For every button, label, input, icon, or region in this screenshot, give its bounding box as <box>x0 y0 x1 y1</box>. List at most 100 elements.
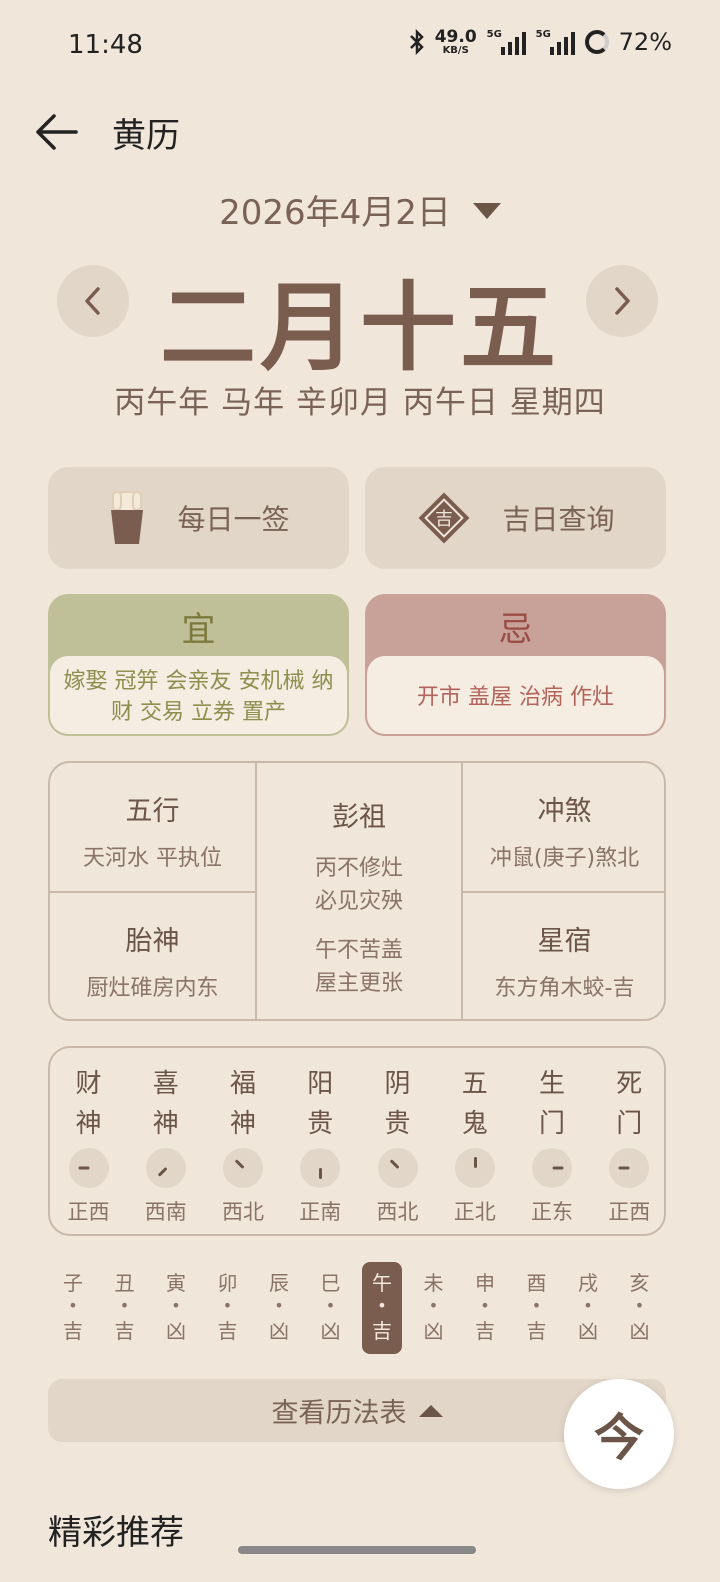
back-arrow-icon[interactable] <box>34 112 78 152</box>
gregorian-date: 2026年4月2日 <box>219 193 451 233</box>
chevron-right-icon <box>615 287 630 315</box>
deity-name-bottom: 神 <box>229 1109 256 1139</box>
caret-up-icon <box>418 1404 443 1417</box>
deity-name-bottom: 门 <box>538 1109 565 1139</box>
deity-direction-item: 阳贵正南 <box>282 1064 359 1226</box>
hour-item[interactable]: 辰 • 凶 <box>259 1262 299 1354</box>
chevron-left-icon <box>85 287 100 315</box>
yi-items: 嫁娶 冠笄 会亲友 安机械 纳财 交易 立券 置产 <box>50 656 347 734</box>
ji-card: 忌 开市 盖屋 治病 作灶 <box>365 594 666 736</box>
hour-luck: 吉 <box>217 1319 238 1343</box>
hour-item[interactable]: 寅 • 凶 <box>156 1262 196 1354</box>
deity-direction-item: 生门正东 <box>514 1064 591 1226</box>
ganzhi-info: 丙午年 马年 辛卯月 丙午日 星期四 <box>114 385 606 421</box>
today-button[interactable]: 今 <box>564 1379 674 1489</box>
deity-direction: 正西 <box>608 1200 651 1224</box>
chongsha-cell: 冲煞 冲鼠(庚子)煞北 <box>489 796 640 871</box>
fortune-stick-icon <box>111 491 144 544</box>
hour-item[interactable]: 巳 • 凶 <box>311 1262 351 1354</box>
hour-item[interactable]: 未 • 凶 <box>414 1262 454 1354</box>
deity-direction: 正北 <box>453 1200 496 1224</box>
hour-item[interactable]: 亥 • 凶 <box>620 1262 660 1354</box>
compass-dial-icon <box>68 1148 109 1188</box>
deity-directions-panel: 财神正西喜神西南福神西北阳贵正南阴贵西北五鬼正北生门正东死门正西 <box>48 1046 666 1236</box>
hour-luck: 吉 <box>526 1319 547 1343</box>
ji-title: 忌 <box>498 609 533 650</box>
compass-dial-icon <box>377 1148 418 1188</box>
almanac-table-label: 查看历法表 <box>271 1398 407 1429</box>
compass-dial-icon <box>532 1148 572 1188</box>
hour-luck: 吉 <box>475 1319 495 1343</box>
xingxiu-cell: 星宿 东方角木蛟-吉 <box>494 926 635 1001</box>
compass-dial-icon <box>300 1148 341 1188</box>
taishen-cell: 胎神 厨灶碓房内东 <box>86 926 219 1001</box>
page-title: 黄历 <box>112 116 180 156</box>
deity-direction: 西北 <box>222 1200 264 1224</box>
hour-item[interactable]: 丑 • 吉 <box>105 1262 145 1354</box>
caret-down-icon <box>472 202 501 219</box>
battery-level: 72% <box>618 28 672 56</box>
deity-name-bottom: 神 <box>152 1109 179 1139</box>
deity-name-bottom: 贵 <box>307 1109 334 1139</box>
date-picker[interactable]: 2026年4月2日 <box>0 185 720 234</box>
wuxing-cell: 五行 天河水 平执位 <box>83 796 222 871</box>
daily-lot-button[interactable]: 每日一签 <box>48 467 349 569</box>
deity-name-top: 阳 <box>307 1069 334 1099</box>
compass-dial-icon <box>145 1148 186 1188</box>
pengzu-cell: 彭祖 丙不修灶 必见灾殃 午不苦盖 屋主更张 <box>314 802 403 996</box>
compass-dial-icon <box>223 1148 263 1188</box>
deity-direction: 正西 <box>67 1200 110 1224</box>
next-day-button[interactable] <box>586 265 658 337</box>
deity-name-bottom: 神 <box>75 1109 102 1139</box>
hour-luck: 吉 <box>372 1319 392 1343</box>
deity-direction-item: 喜神西南 <box>127 1064 204 1226</box>
hour-luck: 凶 <box>423 1319 444 1343</box>
compass-dial-icon <box>609 1148 650 1188</box>
deity-direction: 西北 <box>376 1200 419 1224</box>
hour-item[interactable]: 戌 • 凶 <box>568 1262 608 1354</box>
status-time: 11:48 <box>68 30 143 60</box>
deity-name-bottom: 贵 <box>384 1109 411 1139</box>
status-icons: 49.0 KB/S 5G 5G 72% <box>409 28 672 56</box>
deity-direction-item: 五鬼正北 <box>436 1064 513 1226</box>
deity-direction: 西南 <box>144 1200 187 1224</box>
compass-dial-icon <box>454 1148 495 1188</box>
deity-name-top: 生 <box>538 1069 565 1099</box>
hour-luck: 凶 <box>320 1319 341 1343</box>
yi-title: 宜 <box>181 609 216 650</box>
prev-day-button[interactable] <box>57 265 129 337</box>
deity-name-top: 喜 <box>152 1069 179 1099</box>
auspicious-day-button[interactable]: 吉 吉日查询 <box>365 467 666 569</box>
auspicious-day-label: 吉日查询 <box>502 503 615 536</box>
deity-name-top: 死 <box>616 1069 643 1099</box>
deity-name-bottom: 门 <box>616 1109 643 1139</box>
recommend-heading: 精彩推荐 <box>48 1513 184 1553</box>
hour-item-current[interactable]: 午 • 吉 <box>362 1262 402 1354</box>
deity-direction-item: 阴贵西北 <box>359 1064 436 1226</box>
signal-icon: 5G <box>487 29 526 55</box>
battery-icon <box>584 30 609 54</box>
daily-lot-label: 每日一签 <box>177 503 290 536</box>
hour-item[interactable]: 卯 • 吉 <box>208 1262 248 1354</box>
info-grid: 五行 天河水 平执位 胎神 厨灶碓房内东 彭祖 丙不修灶 必见灾殃 午不苦盖 屋… <box>48 761 666 1021</box>
hour-luck: 吉 <box>114 1319 135 1343</box>
hour-item[interactable]: 酉 • 吉 <box>517 1262 557 1354</box>
hour-luck: 凶 <box>629 1319 650 1343</box>
deity-direction: 正南 <box>299 1200 342 1224</box>
network-speed: 49.0 KB/S <box>434 26 477 56</box>
hour-item[interactable]: 申 • 吉 <box>465 1262 505 1354</box>
signal-icon: 5G <box>536 29 575 55</box>
deity-name-top: 财 <box>75 1069 102 1099</box>
auspicious-diamond-icon: 吉 <box>419 492 470 544</box>
deity-name-top: 福 <box>229 1069 256 1099</box>
home-indicator[interactable] <box>238 1546 476 1554</box>
deity-direction: 正东 <box>531 1200 573 1224</box>
deity-direction-item: 死门正西 <box>591 1064 668 1226</box>
bluetooth-icon <box>409 29 424 55</box>
hour-luck: 凶 <box>269 1319 289 1343</box>
deity-name-top: 阴 <box>384 1069 411 1099</box>
deity-direction-item: 财神正西 <box>50 1064 127 1226</box>
hour-item[interactable]: 子 • 吉 <box>53 1262 93 1354</box>
hour-luck: 凶 <box>166 1319 186 1343</box>
deity-name-bottom: 鬼 <box>461 1109 488 1139</box>
